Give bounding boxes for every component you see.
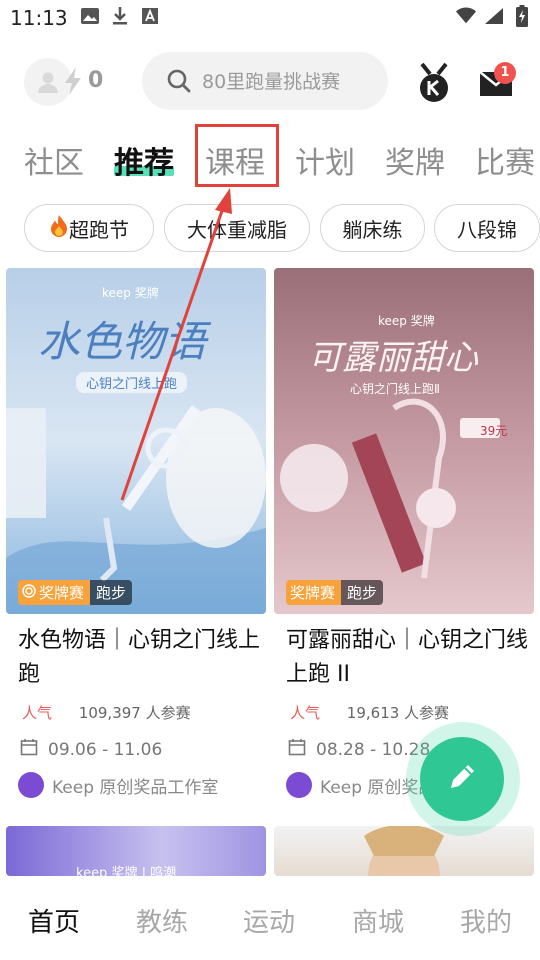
author-name: Keep 原创奖品工作室 <box>52 777 219 798</box>
medal-icon <box>414 62 454 110</box>
nav-coach[interactable]: 教练 <box>136 902 188 939</box>
target-icon <box>22 583 36 602</box>
medal-race-tag: 奖牌赛 <box>286 580 342 605</box>
card-price: 39元 <box>480 424 508 438</box>
nav-home[interactable]: 首页 <box>28 902 80 939</box>
card-image-title: 水色物语 <box>38 317 207 366</box>
top-bar: 0 80里跑量挑战赛 1 <box>0 50 540 114</box>
search-icon <box>166 68 192 98</box>
mail-icon <box>478 71 514 104</box>
card-brand: keep 奖牌 | 鸣潮 <box>76 866 177 876</box>
card-title: 可露丽甜心｜心钥之门线上跑 II <box>286 628 529 687</box>
chip-label: 躺床练 <box>342 217 403 242</box>
nav-mall[interactable]: 商城 <box>352 902 404 939</box>
tab-plans[interactable]: 计划 <box>295 138 355 182</box>
energy-count: 0 <box>88 68 104 93</box>
nav-workout[interactable]: 运动 <box>243 902 295 939</box>
card-date: 09.06 - 11.06 <box>20 738 162 761</box>
calendar-icon <box>288 738 306 761</box>
search-placeholder: 80里跑量挑战赛 <box>202 71 341 93</box>
battery-charging-icon <box>512 5 532 27</box>
author-avatar <box>286 772 312 798</box>
user-profile-button[interactable]: 0 <box>24 58 114 106</box>
card-brand: keep 奖牌 <box>378 314 435 328</box>
card-tags: 奖牌赛 跑步 <box>18 580 133 605</box>
participant-count: 109,397 人参赛 <box>78 704 191 722</box>
card-tags: 奖牌赛 跑步 <box>286 580 384 605</box>
author-avatar <box>18 772 44 798</box>
card-image-title: 可露丽甜心 <box>308 338 478 378</box>
popularity-label: 人气 <box>22 704 53 722</box>
fire-icon <box>49 214 69 243</box>
bottom-navigation: 首页 教练 运动 商城 我的 <box>0 876 540 960</box>
tab-recommended[interactable]: 推荐 <box>114 138 174 182</box>
tab-medals[interactable]: 奖牌 <box>385 138 445 182</box>
card-popularity: 人气 109,397 人参赛 <box>22 702 191 723</box>
highlight-box <box>195 124 279 187</box>
font-a-icon <box>140 6 160 26</box>
chip-label: 超跑节 <box>69 217 129 242</box>
tab-community[interactable]: 社区 <box>24 138 84 182</box>
search-bar[interactable]: 80里跑量挑战赛 <box>142 52 388 110</box>
card-brand: keep 奖牌 <box>102 286 159 300</box>
date-range: 09.06 - 11.06 <box>48 739 163 760</box>
signal-icon <box>484 6 504 26</box>
nav-profile[interactable]: 我的 <box>460 902 512 939</box>
download-icon <box>110 6 130 26</box>
tag-label: 奖牌赛 <box>39 584 85 602</box>
card-image-subtitle: 心钥之门线上跑 <box>76 372 188 393</box>
topic-chips: 超跑节 大体重减脂 躺床练 八段锦 <box>0 204 540 254</box>
card-cover-image <box>364 826 444 876</box>
card-title: 水色物语｜心钥之门线上跑 <box>18 628 261 687</box>
sport-tag: 跑步 <box>90 580 133 605</box>
card-image-subtitle: 心钥之门线上跑Ⅱ <box>350 382 440 396</box>
event-card-preview[interactable]: keep 奖牌 | 鸣潮 <box>6 826 266 876</box>
medal-button[interactable] <box>414 62 454 106</box>
participant-count: 19,613 人参赛 <box>346 704 450 722</box>
status-bar: 11:13 <box>0 0 540 40</box>
card-popularity: 人气 19,613 人参赛 <box>290 702 449 723</box>
sport-tag: 跑步 <box>341 580 384 605</box>
card-author: Keep 原创奖品工作室 <box>18 772 218 798</box>
popularity-label: 人气 <box>290 704 321 722</box>
medal-race-tag: 奖牌赛 <box>18 580 91 605</box>
compose-button[interactable] <box>420 737 504 821</box>
notification-badge: 1 <box>494 62 516 84</box>
tab-competitions[interactable]: 比赛 <box>475 138 535 182</box>
chip-super-run[interactable]: 超跑节 <box>24 204 154 252</box>
event-card-preview[interactable] <box>274 826 534 876</box>
chip-baduanjin[interactable]: 八段锦 <box>434 204 540 252</box>
lightning-icon <box>62 66 84 100</box>
status-time: 11:13 <box>10 6 68 30</box>
pencil-icon <box>444 759 480 799</box>
chip-label: 八段锦 <box>457 217 517 242</box>
chip-heavy-weight-fat-loss[interactable]: 大体重减脂 <box>164 204 310 252</box>
calendar-icon <box>20 738 38 761</box>
chip-label: 大体重减脂 <box>187 217 287 242</box>
chip-bed-workout[interactable]: 躺床练 <box>320 204 425 252</box>
image-icon <box>80 6 100 26</box>
wifi-icon <box>456 6 476 26</box>
